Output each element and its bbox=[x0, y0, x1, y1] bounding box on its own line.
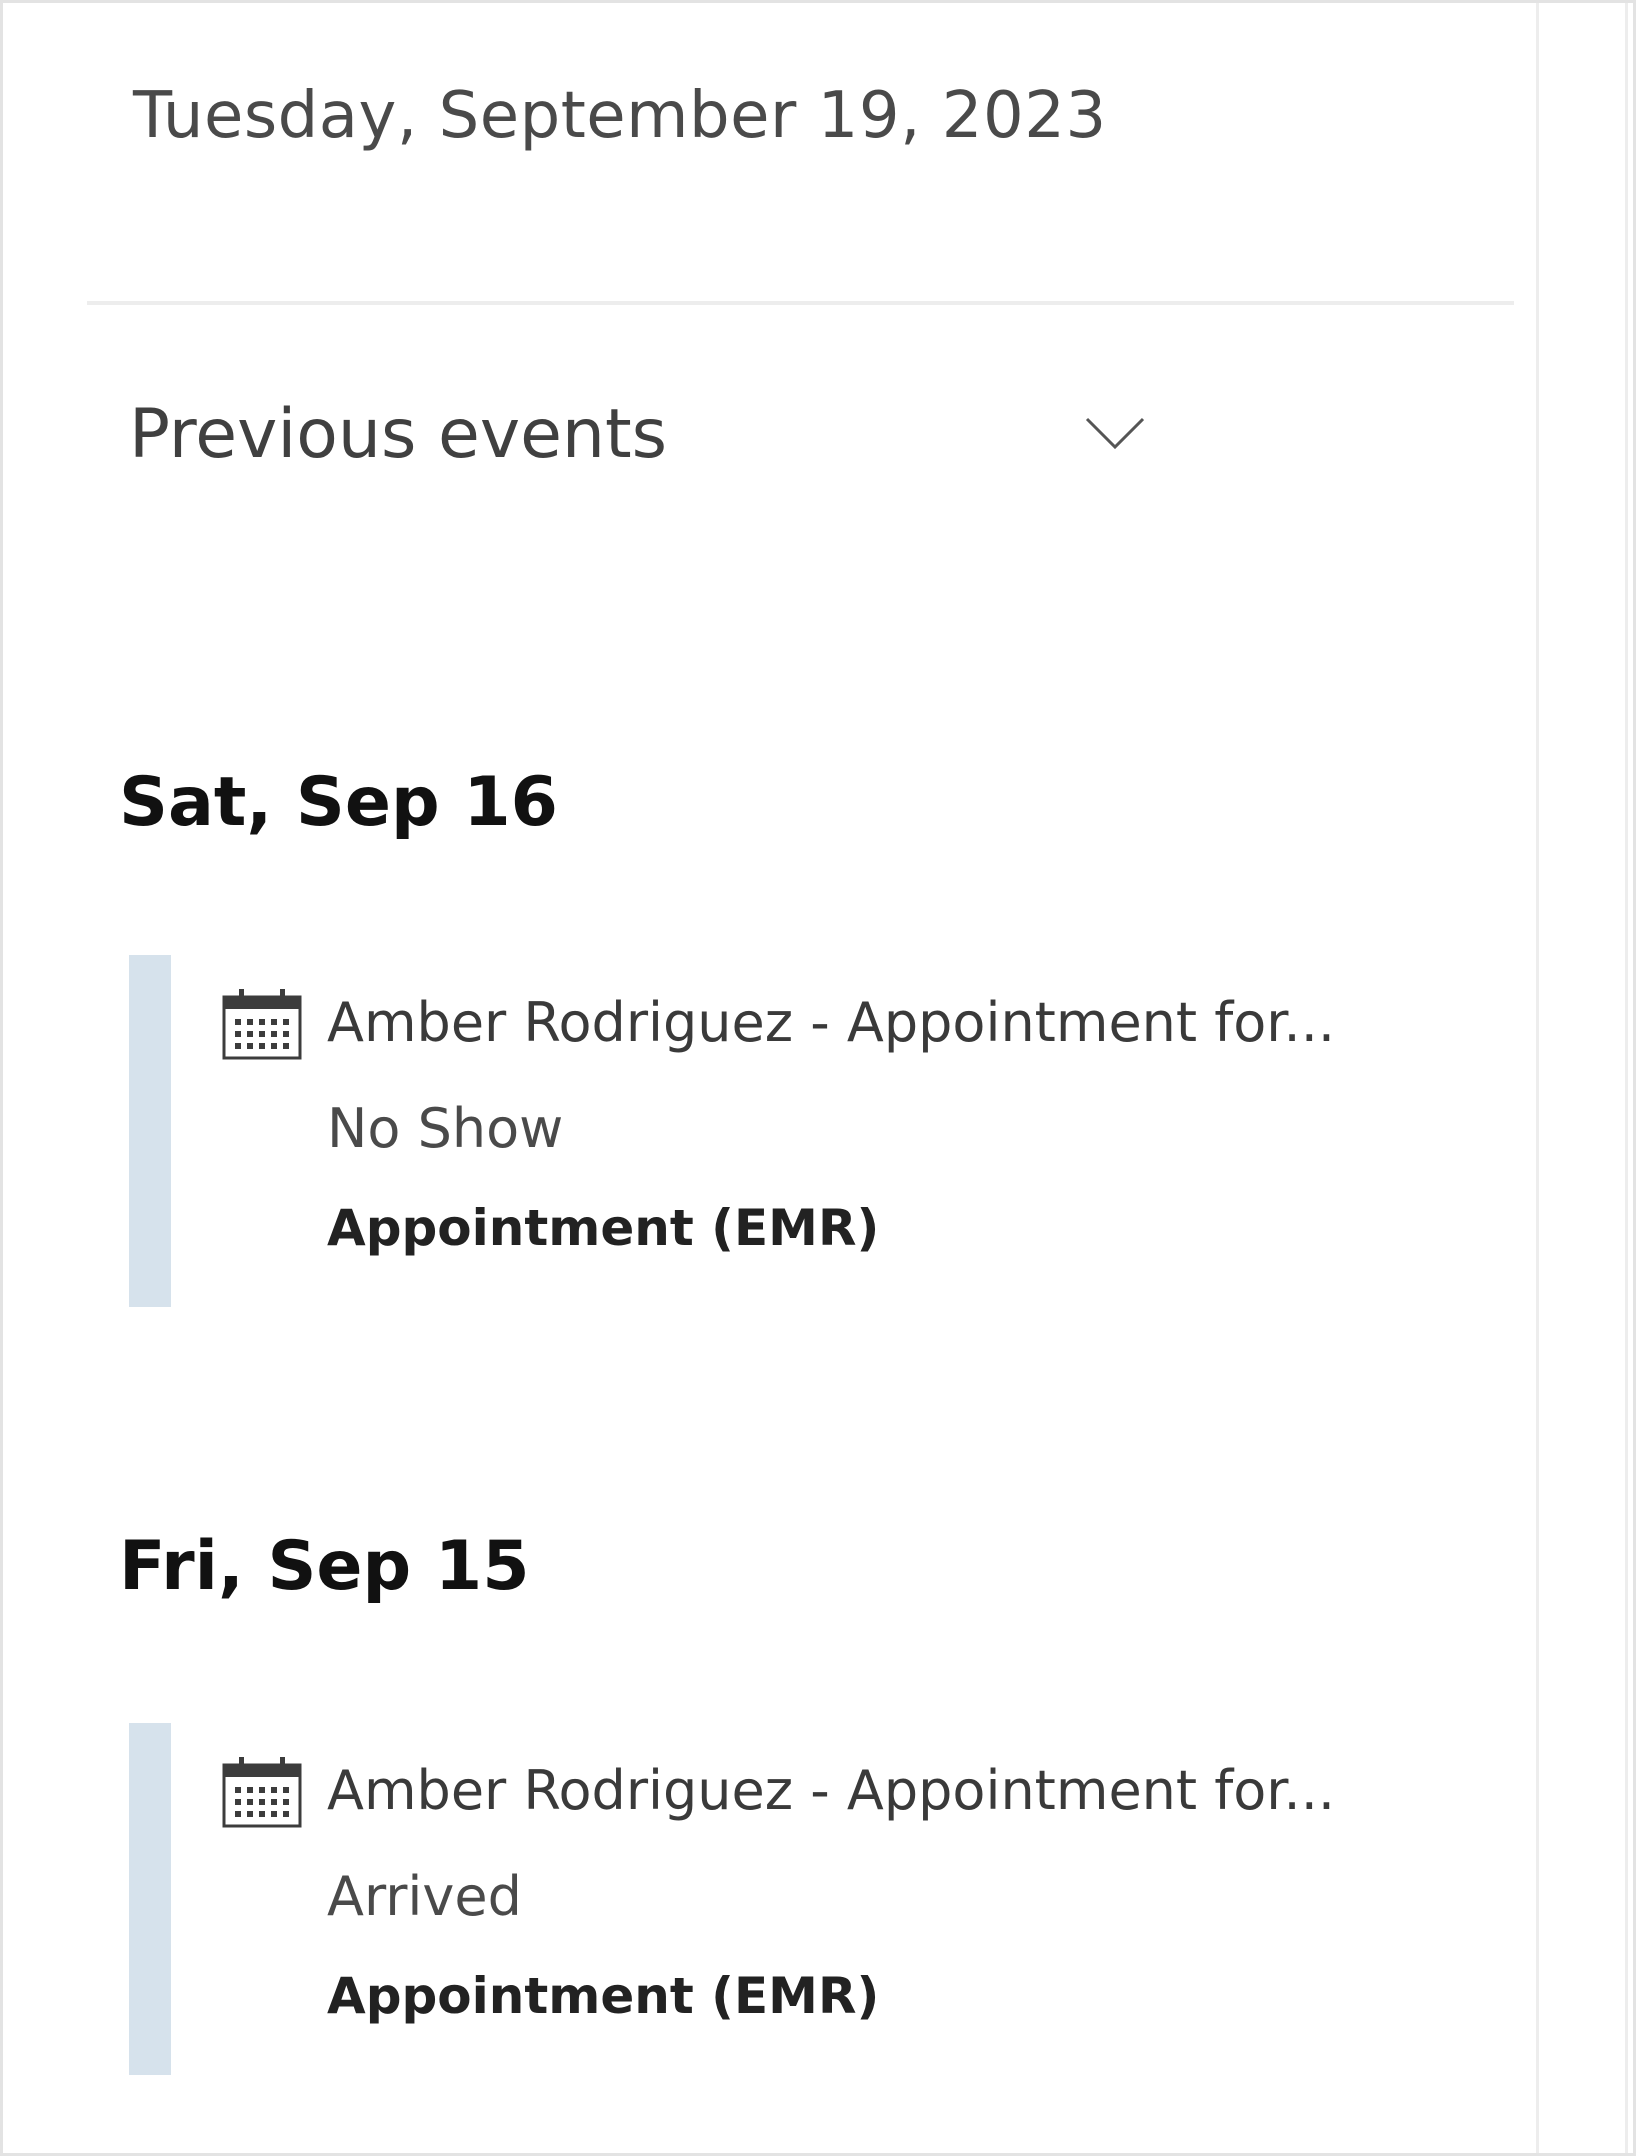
event-card[interactable]: Amber Rodriguez - Appointment for... Arr… bbox=[129, 1723, 1389, 2075]
divider bbox=[87, 301, 1514, 305]
current-date-header: Tuesday, September 19, 2023 bbox=[133, 79, 1107, 153]
day-heading: Sat, Sep 16 bbox=[119, 763, 558, 842]
previous-events-toggle[interactable]: Previous events bbox=[83, 373, 1183, 513]
event-card[interactable]: Amber Rodriguez - Appointment for... No … bbox=[129, 955, 1389, 1307]
chevron-down-icon[interactable] bbox=[1083, 413, 1147, 453]
day-heading: Fri, Sep 15 bbox=[119, 1527, 530, 1606]
event-title[interactable]: Amber Rodriguez - Appointment for... bbox=[327, 991, 1335, 1054]
calendar-icon bbox=[222, 989, 302, 1060]
event-status: No Show bbox=[327, 1097, 564, 1160]
scrollbar-track[interactable] bbox=[1536, 3, 1628, 2153]
event-status: Arrived bbox=[327, 1865, 522, 1928]
timeline-panel: Tuesday, September 19, 2023 Previous eve… bbox=[0, 0, 1636, 2156]
event-accent-bar bbox=[129, 955, 171, 1307]
previous-events-label: Previous events bbox=[129, 395, 668, 474]
event-title[interactable]: Amber Rodriguez - Appointment for... bbox=[327, 1759, 1335, 1822]
event-type: Appointment (EMR) bbox=[327, 1967, 880, 2025]
calendar-icon bbox=[222, 1757, 302, 1828]
event-accent-bar bbox=[129, 1723, 171, 2075]
event-type: Appointment (EMR) bbox=[327, 1199, 880, 1257]
